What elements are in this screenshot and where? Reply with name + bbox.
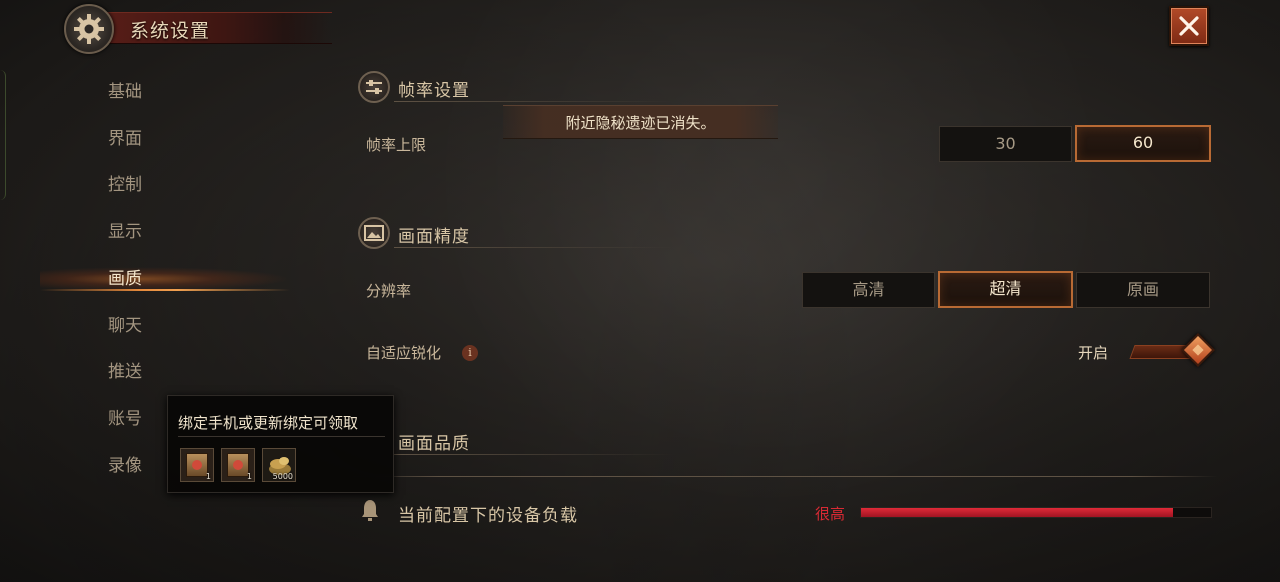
page-title: 系统设置 bbox=[130, 20, 211, 42]
sidebar-item-push[interactable]: 推送 bbox=[40, 352, 290, 392]
sidebar-item-interface[interactable]: 界面 bbox=[40, 119, 290, 159]
device-load-label: 当前配置下的设备负载 bbox=[398, 506, 578, 526]
sharpen-label: 自适应锐化 bbox=[366, 344, 442, 362]
reward-count: 5000 bbox=[272, 472, 293, 481]
section-header-framerate: 帧率设置 bbox=[358, 71, 778, 107]
section-title: 画面精度 bbox=[398, 227, 470, 247]
sidebar-item-graphics[interactable]: 画质 bbox=[40, 259, 290, 299]
bind-phone-popup[interactable]: 绑定手机或更新绑定可领取 1 1 5000 bbox=[167, 395, 394, 493]
close-button[interactable] bbox=[1169, 6, 1209, 46]
section-divider bbox=[394, 101, 674, 102]
gear-icon bbox=[64, 4, 114, 54]
device-load-bar bbox=[860, 507, 1212, 518]
sliders-icon bbox=[358, 71, 390, 103]
sidebar-item-label: 显示 bbox=[108, 222, 142, 242]
coupon-icon bbox=[186, 453, 208, 477]
info-icon[interactable]: i bbox=[462, 345, 478, 361]
device-load-fill bbox=[861, 508, 1173, 517]
popup-divider bbox=[178, 436, 385, 437]
section-divider bbox=[394, 247, 674, 248]
title-banner bbox=[92, 12, 332, 44]
sidebar-item-label: 账号 bbox=[108, 409, 142, 429]
picture-icon bbox=[358, 217, 390, 249]
resolution-label: 分辨率 bbox=[366, 282, 412, 300]
sidebar-item-chat[interactable]: 聊天 bbox=[40, 306, 290, 346]
reward-item[interactable]: 1 bbox=[180, 448, 214, 482]
resolution-option-uhd[interactable]: 超清 bbox=[938, 271, 1073, 308]
reward-count: 1 bbox=[205, 472, 211, 481]
content-divider bbox=[352, 476, 1218, 477]
sidebar-item-label: 界面 bbox=[108, 129, 142, 149]
sidebar-item-controls[interactable]: 控制 bbox=[40, 165, 290, 205]
framerate-option-30[interactable]: 30 bbox=[939, 126, 1072, 162]
sidebar-item-label: 聊天 bbox=[108, 316, 142, 336]
sharpen-toggle[interactable] bbox=[1129, 333, 1215, 367]
framerate-option-60[interactable]: 60 bbox=[1075, 125, 1211, 162]
reward-count: 1 bbox=[246, 472, 252, 481]
device-load-value: 很高 bbox=[815, 505, 846, 523]
framerate-label: 帧率上限 bbox=[366, 136, 427, 154]
section-header-precision: 画面精度 bbox=[358, 217, 778, 253]
toggle-knob bbox=[1181, 333, 1215, 367]
sidebar-item-label: 推送 bbox=[108, 362, 142, 382]
section-header-quality: 画面品质 bbox=[358, 424, 778, 460]
edge-marker bbox=[0, 70, 6, 200]
resolution-option-original[interactable]: 原画 bbox=[1076, 272, 1210, 308]
sidebar-item-label: 画质 bbox=[108, 269, 142, 289]
resolution-option-hd[interactable]: 高清 bbox=[802, 272, 935, 308]
sidebar-item-label: 控制 bbox=[108, 175, 142, 195]
reward-item[interactable]: 1 bbox=[221, 448, 255, 482]
popup-title: 绑定手机或更新绑定可领取 bbox=[178, 414, 359, 432]
sidebar-item-basic[interactable]: 基础 bbox=[40, 72, 290, 112]
reward-item[interactable]: 5000 bbox=[262, 448, 296, 482]
window-header: 系统设置 bbox=[62, 4, 352, 54]
sidebar-item-label: 录像 bbox=[108, 456, 142, 476]
bell-icon bbox=[360, 498, 380, 522]
section-divider bbox=[394, 454, 674, 455]
close-icon bbox=[1179, 16, 1199, 36]
section-title: 画面品质 bbox=[398, 434, 470, 454]
sidebar-item-label: 基础 bbox=[108, 82, 142, 102]
sharpen-state: 开启 bbox=[1078, 344, 1109, 362]
toast-message: 附近隐秘遗迹已消失。 bbox=[503, 105, 778, 139]
section-title: 帧率设置 bbox=[398, 81, 470, 101]
sidebar-item-display[interactable]: 显示 bbox=[40, 212, 290, 252]
coupon-icon bbox=[227, 453, 249, 477]
